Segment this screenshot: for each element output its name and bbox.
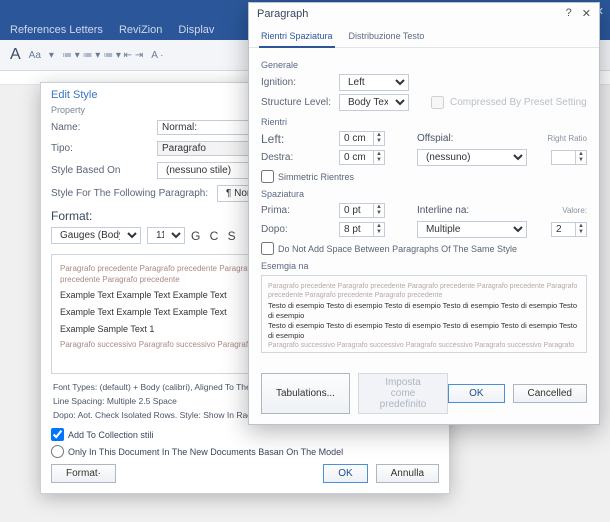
spin-down-icon[interactable]: ▼ — [374, 229, 384, 235]
following-label: Style For The Following Paragraph: — [51, 188, 211, 199]
indent-label: Rientri — [261, 117, 587, 127]
mirror-indent-label: Simmetric Rientres — [278, 172, 354, 182]
add-collection-checkbox[interactable] — [51, 428, 64, 441]
bold-italic-buttons[interactable]: G C S — [191, 229, 239, 243]
preview-line: Testo di esempio Testo di esempio Testo … — [268, 321, 580, 341]
tab-display[interactable]: Displav — [178, 24, 214, 36]
interline-select[interactable]: Multiple — [417, 221, 527, 238]
before-label: Prima: — [261, 205, 333, 216]
special-select[interactable]: (nessuno) — [417, 149, 527, 166]
set-default-button: Imposta come predefinito — [358, 373, 448, 414]
left-indent-input[interactable] — [339, 131, 373, 146]
change-case-icon[interactable]: Aa — [29, 50, 41, 61]
outline-level-label: Structure Level: — [261, 97, 333, 108]
tabulations-button[interactable]: Tabulations... — [261, 373, 350, 414]
spin-down-icon[interactable]: ▼ — [374, 157, 384, 163]
spin-down-icon[interactable]: ▼ — [576, 157, 586, 163]
outline-level-select[interactable]: Body Text — [339, 94, 409, 111]
font-color-icon[interactable]: A · — [151, 50, 163, 61]
format-button[interactable]: Format· — [51, 464, 116, 483]
spacing-label: Spaziatura — [261, 189, 587, 199]
paragraph-preview: Paragrafo precedente Paragrafo precedent… — [261, 275, 587, 353]
font-size-select[interactable]: 11 — [147, 227, 185, 244]
value-label: Valore: — [562, 206, 587, 215]
add-collection-label: Add To Collection stili — [68, 430, 153, 440]
font-name-select[interactable]: Gauges (Body) — [51, 227, 141, 244]
no-add-space-label: Do Not Add Space Between Paragraphs Of T… — [278, 244, 517, 254]
help-icon[interactable]: ? — [566, 7, 572, 20]
tab-indent-spacing[interactable]: Rientri Spaziatura — [259, 28, 335, 48]
tab-references[interactable]: References Letters — [10, 24, 103, 36]
after-label: Dopo: — [261, 224, 333, 235]
paragraph-dialog: Paragraph ? ✕ Rientri Spaziatura Distrib… — [248, 2, 600, 425]
right-indent-label: Destra: — [261, 152, 333, 163]
right-ratio-label: Right Ratio — [547, 134, 587, 143]
left-indent-label: Left: — [261, 132, 333, 146]
by-input[interactable] — [551, 150, 575, 165]
alignment-select[interactable]: Left — [339, 74, 409, 91]
compressed-label: Compressed By Preset Setting — [450, 97, 587, 108]
font-size-icon[interactable]: A — [10, 46, 21, 64]
spin-down-icon[interactable]: ▼ — [374, 138, 384, 144]
only-doc-label: Only In This Document In The New Documen… — [68, 447, 343, 457]
preview-faint: Paragrafo precedente Paragrafo precedent… — [268, 282, 580, 301]
basedon-label: Style Based On — [51, 165, 151, 176]
ok-button[interactable]: OK — [323, 464, 367, 483]
ok-button[interactable]: OK — [448, 384, 504, 403]
value-input[interactable] — [551, 222, 575, 237]
tab-review[interactable]: ReviZion — [119, 24, 162, 36]
right-indent-input[interactable] — [339, 150, 373, 165]
preview-line: Testo di esempio Testo di esempio Testo … — [268, 301, 580, 321]
compressed-checkbox — [431, 96, 444, 109]
tab-line-breaks[interactable]: Distribuzione Testo — [347, 28, 427, 47]
preview-faint: Paragrafo successivo Paragrafo successiv… — [268, 341, 580, 353]
cancel-button[interactable]: Cancelled — [513, 384, 587, 403]
name-label: Name: — [51, 122, 151, 133]
paragraph-title: Paragraph — [257, 8, 308, 20]
no-add-space-checkbox[interactable] — [261, 242, 274, 255]
alignment-label: Ignition: — [261, 77, 333, 88]
before-input[interactable] — [339, 203, 373, 218]
spin-down-icon[interactable]: ▼ — [374, 210, 384, 216]
interline-label: Interline na: — [417, 205, 477, 216]
close-icon[interactable]: ✕ — [582, 7, 591, 20]
mirror-indent-checkbox[interactable] — [261, 170, 274, 183]
general-label: Generale — [261, 60, 587, 70]
type-label: Tipo: — [51, 143, 151, 154]
only-doc-radio[interactable] — [51, 445, 64, 458]
special-label: Offspial: — [417, 133, 467, 144]
cancel-button[interactable]: Annulla — [376, 464, 439, 483]
spin-down-icon[interactable]: ▼ — [576, 229, 586, 235]
preview-label: Esemgia na — [261, 261, 587, 271]
after-input[interactable] — [339, 222, 373, 237]
